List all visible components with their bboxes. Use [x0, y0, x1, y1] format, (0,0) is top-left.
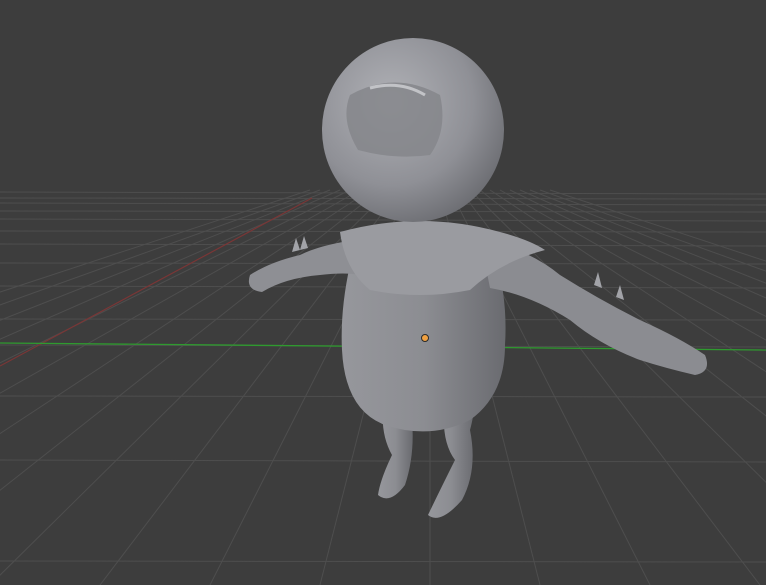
viewport-canvas[interactable] [0, 0, 766, 585]
object-origin-dot[interactable] [421, 334, 429, 342]
grid-line [509, 189, 766, 317]
grid-line [0, 189, 321, 306]
grid-line [0, 560, 766, 563]
grid-line [0, 189, 341, 340]
grid-line [0, 218, 766, 222]
3d-viewport[interactable] [0, 0, 766, 585]
character-mesh[interactable] [248, 38, 708, 518]
grid-line [539, 189, 766, 272]
grid-line [549, 189, 766, 262]
